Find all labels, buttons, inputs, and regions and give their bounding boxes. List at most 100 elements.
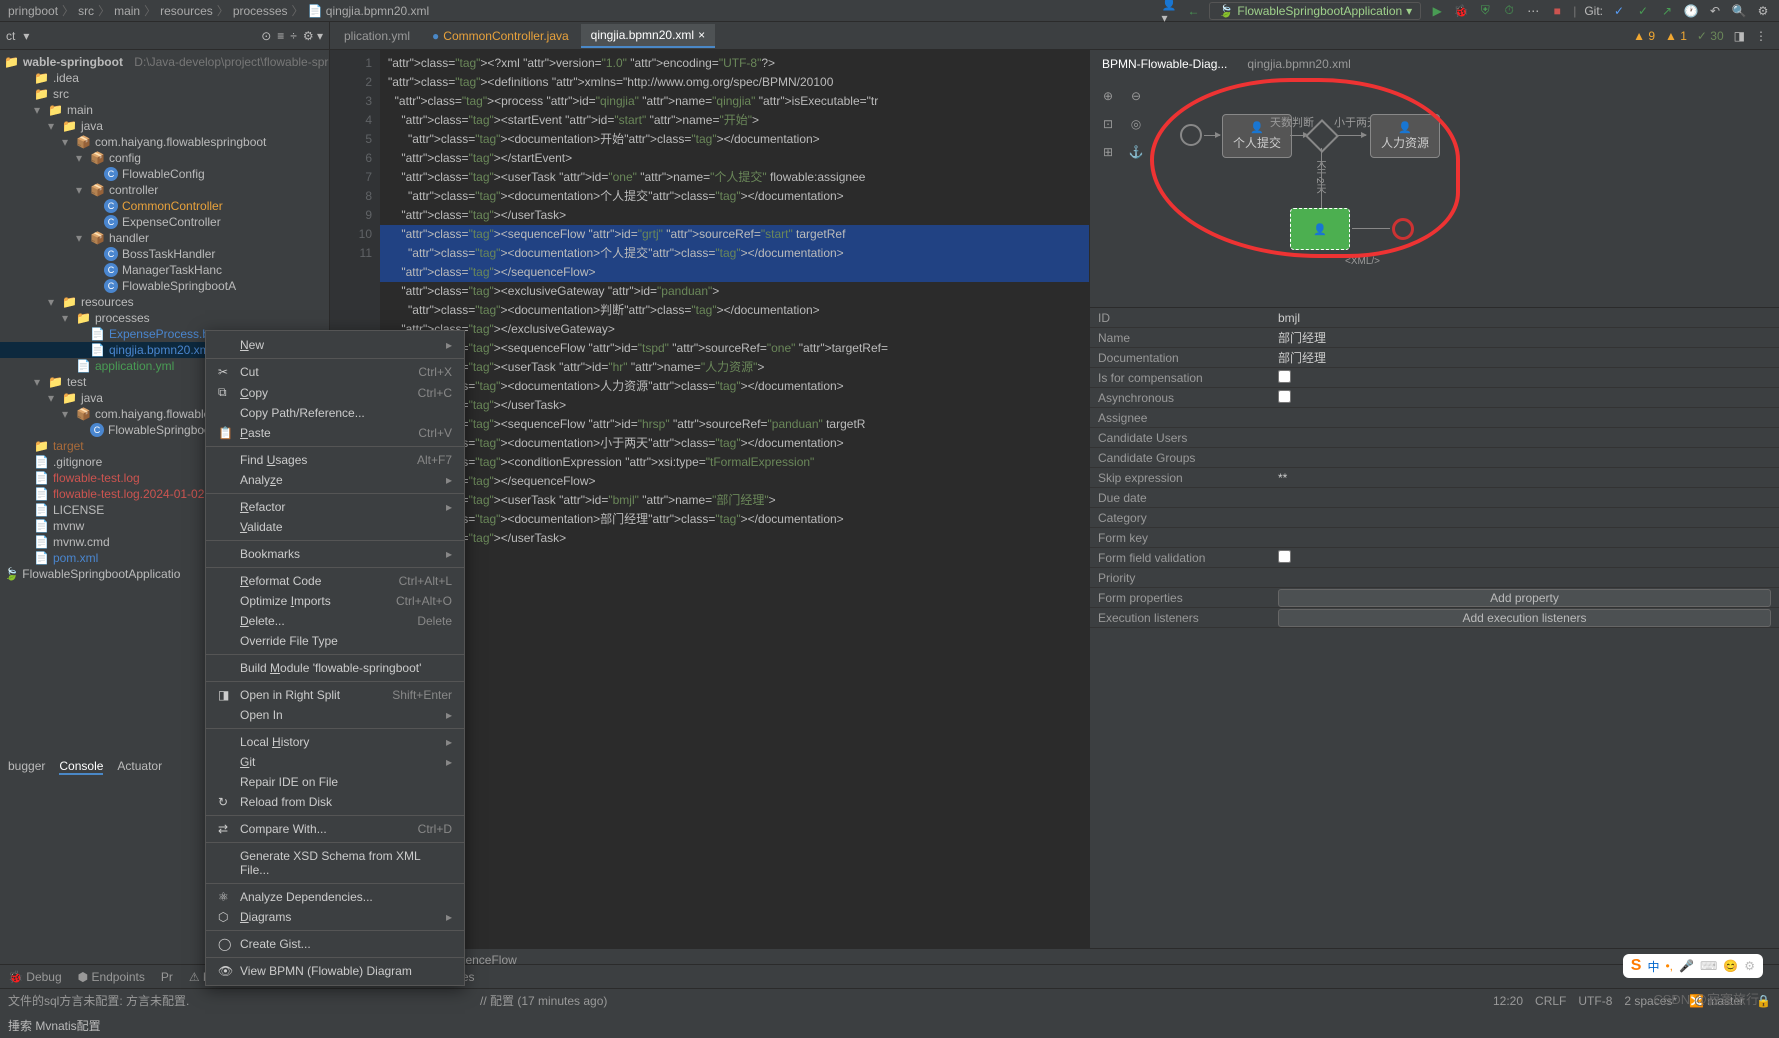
run-config[interactable]: 🍃 FlowableSpringbootApplication ▾ <box>1209 2 1421 20</box>
editor-tab[interactable]: plication.yml <box>334 25 420 47</box>
breadcrumb-item[interactable]: resources <box>160 4 213 18</box>
breadcrumb-item[interactable]: processes <box>233 4 288 18</box>
user-task-node[interactable]: 👤人力资源 <box>1370 114 1440 158</box>
actual-icon[interactable]: ◎ <box>1124 112 1148 136</box>
bpmn-diagram[interactable]: ⊕ ⊖ ⊡ ◎ ⊞ ⚓ 👤个人提交 天数判断 小于两天 👤人力资 <box>1090 78 1779 308</box>
menu-item[interactable]: New ▸ <box>206 335 464 355</box>
tree-item[interactable]: ▾📦 com.haiyang.flowablespringboot <box>0 134 329 150</box>
expand-icon[interactable]: ≡ <box>277 29 284 43</box>
git-push-icon[interactable]: ↗ <box>1659 3 1675 19</box>
tree-item[interactable]: 📁 .idea <box>0 70 329 86</box>
tree-item[interactable]: ▾📁 resources <box>0 294 329 310</box>
breadcrumb-item[interactable]: main <box>114 4 140 18</box>
tree-item[interactable]: ▾📁 java <box>0 118 329 134</box>
property-checkbox[interactable] <box>1278 370 1291 383</box>
line-separator[interactable]: CRLF <box>1535 994 1566 1008</box>
ime-toolbar[interactable]: S 中•,🎤⌨😊⚙ <box>1623 954 1763 978</box>
tree-item[interactable]: ▾📁 processes <box>0 310 329 326</box>
menu-item[interactable]: Override File Type <box>206 631 464 651</box>
more-icon[interactable]: ⋮ <box>1755 29 1767 43</box>
property-checkbox[interactable] <box>1278 390 1291 403</box>
menu-item[interactable]: ⧉CopyCtrl+C <box>206 382 464 403</box>
tree-item[interactable]: ▾📦 config <box>0 150 329 166</box>
menu-item[interactable]: ⇄Compare With...Ctrl+D <box>206 819 464 839</box>
tree-item[interactable]: ▾📁 main <box>0 102 329 118</box>
menu-item[interactable]: Build Module 'flowable-springboot' <box>206 658 464 678</box>
fit-icon[interactable]: ⊡ <box>1096 112 1120 136</box>
selected-task-node[interactable]: 👤 <box>1290 208 1350 250</box>
property-value[interactable] <box>1270 416 1779 420</box>
menu-item[interactable]: 📋PasteCtrl+V <box>206 423 464 443</box>
menu-item[interactable]: Open In ▸ <box>206 705 464 725</box>
weak-warnings-badge[interactable]: ▲ 1 <box>1665 29 1687 43</box>
menu-item[interactable]: Find UsagesAlt+F7 <box>206 450 464 470</box>
split-icon[interactable]: ◨ <box>1734 29 1745 43</box>
tree-item[interactable]: C FlowableSpringbootA <box>0 278 329 294</box>
property-checkbox[interactable] <box>1278 550 1291 563</box>
property-value[interactable] <box>1270 456 1779 460</box>
editor-tab[interactable]: qingjia.bpmn20.xml × <box>581 24 715 48</box>
end-event-node[interactable] <box>1392 218 1414 240</box>
menu-item[interactable]: ✂CutCtrl+X <box>206 362 464 382</box>
menu-item[interactable]: ◯Create Gist... <box>206 934 464 954</box>
tree-item[interactable]: ▾📦 controller <box>0 182 329 198</box>
warnings-badge[interactable]: ▲ 9 <box>1633 29 1655 43</box>
git-commit-icon[interactable]: ✓ <box>1635 3 1651 19</box>
menu-item[interactable]: Git ▸ <box>206 752 464 772</box>
bottom-tab[interactable]: 🐞 Debug <box>8 970 62 984</box>
tree-item[interactable]: ▾📦 handler <box>0 230 329 246</box>
editor-tab[interactable]: ● CommonController.java <box>422 25 579 47</box>
tree-item[interactable]: C ExpenseController <box>0 214 329 230</box>
zoom-out-icon[interactable]: ⊖ <box>1124 84 1148 108</box>
search-icon[interactable]: 🔍 <box>1731 3 1747 19</box>
menu-item[interactable]: Delete...Delete <box>206 611 464 631</box>
property-value[interactable]: 部门经理 <box>1270 347 1779 368</box>
user-icon[interactable]: 👤▾ <box>1161 3 1177 19</box>
tree-item[interactable]: C FlowableConfig <box>0 166 329 182</box>
menu-item[interactable]: Optimize ImportsCtrl+Alt+O <box>206 591 464 611</box>
menu-item[interactable]: 👁View BPMN (Flowable) Diagram <box>206 961 464 981</box>
settings-icon[interactable]: ⚙ <box>1755 3 1771 19</box>
back-icon[interactable]: ← <box>1185 3 1201 19</box>
menu-item[interactable]: Copy Path/Reference... <box>206 403 464 423</box>
typos-badge[interactable]: ✓ 30 <box>1697 29 1724 43</box>
zoom-in-icon[interactable]: ⊕ <box>1096 84 1120 108</box>
collapse-icon[interactable]: ÷ <box>290 29 297 43</box>
property-value[interactable]: ** <box>1270 469 1779 487</box>
menu-item[interactable]: Analyze ▸ <box>206 470 464 490</box>
profile-icon[interactable]: ⏱ <box>1501 3 1517 19</box>
right-panel-tab[interactable]: BPMN-Flowable-Diag... <box>1098 53 1231 75</box>
git-rollback-icon[interactable]: ↶ <box>1707 3 1723 19</box>
property-value[interactable] <box>1270 436 1779 440</box>
property-value[interactable]: 部门经理 <box>1270 327 1779 348</box>
caret-position[interactable]: 12:20 <box>1493 994 1523 1008</box>
property-value[interactable] <box>1270 576 1779 580</box>
git-update-icon[interactable]: ✓ <box>1611 3 1627 19</box>
coverage-icon[interactable]: ⛨ <box>1477 3 1493 19</box>
bottom-tab[interactable]: ⬢ Endpoints <box>78 970 145 984</box>
property-button[interactable]: Add property <box>1278 589 1771 607</box>
select-opened-icon[interactable]: ⊙ <box>261 29 271 43</box>
debugger-tab[interactable]: bugger <box>8 759 45 775</box>
menu-item[interactable]: Refactor ▸ <box>206 497 464 517</box>
breadcrumb-item[interactable]: pringboot <box>8 4 58 18</box>
tree-item[interactable]: 📁 src <box>0 86 329 102</box>
git-history-icon[interactable]: 🕐 <box>1683 3 1699 19</box>
project-tab-label[interactable]: ct <box>6 29 15 43</box>
attach-icon[interactable]: ⋯ <box>1525 3 1541 19</box>
property-value[interactable]: bmjl <box>1270 309 1779 327</box>
grid-icon[interactable]: ⊞ <box>1096 140 1120 164</box>
start-event-node[interactable] <box>1180 124 1202 146</box>
tree-root[interactable]: 📁 wable-springboot D:\Java-develop\proje… <box>0 54 329 70</box>
property-value[interactable] <box>1270 496 1779 500</box>
breadcrumb-item[interactable]: 📄 qingjia.bpmn20.xml <box>308 4 430 18</box>
menu-item[interactable]: ⬡Diagrams ▸ <box>206 907 464 927</box>
anchor-icon[interactable]: ⚓ <box>1124 140 1148 164</box>
menu-item[interactable]: Local History ▸ <box>206 732 464 752</box>
run-icon[interactable]: ▶ <box>1429 3 1445 19</box>
breadcrumb-item[interactable]: src <box>78 4 94 18</box>
actuator-tab[interactable]: Actuator <box>117 759 162 775</box>
stop-icon[interactable]: ■ <box>1549 3 1565 19</box>
menu-item[interactable]: ↻Reload from Disk <box>206 792 464 812</box>
property-value[interactable] <box>1270 536 1779 540</box>
